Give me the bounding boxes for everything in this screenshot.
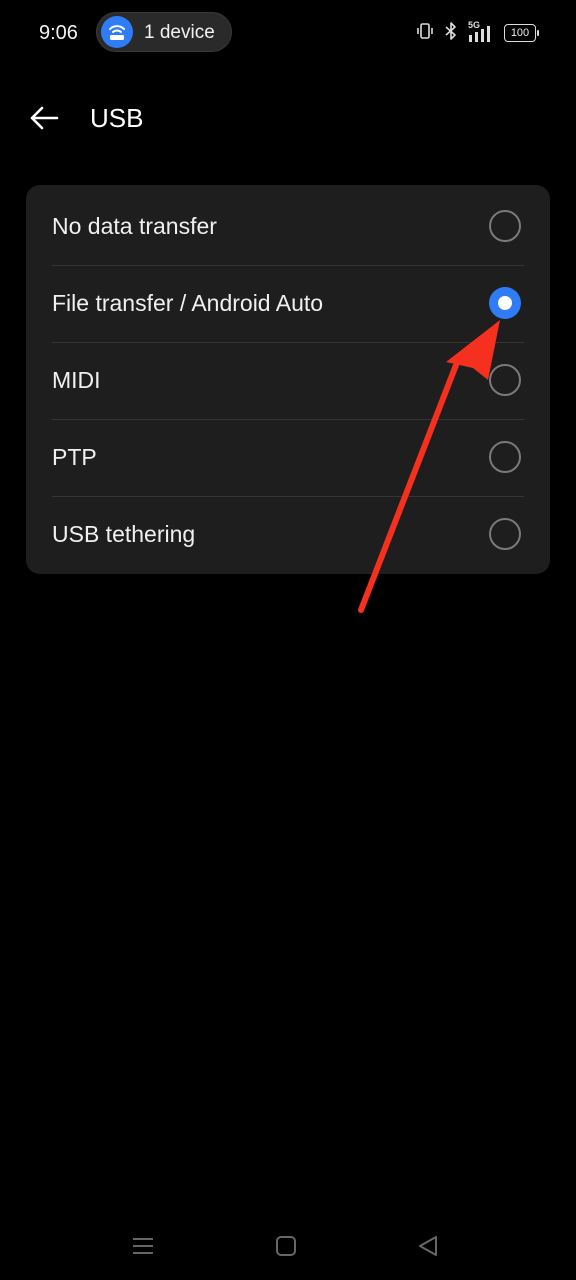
arrow-left-icon: [30, 106, 59, 130]
option-label: No data transfer: [52, 213, 217, 239]
option-label: USB tethering: [52, 521, 196, 547]
back-button[interactable]: [26, 100, 64, 136]
usb-options-card: No data transfer File transfer / Android…: [26, 185, 550, 574]
recents-button[interactable]: [128, 1231, 158, 1261]
option-file-transfer[interactable]: File transfer / Android Auto: [26, 265, 550, 342]
back-triangle-icon: [419, 1236, 437, 1256]
option-ptp[interactable]: PTP: [26, 419, 550, 496]
status-icons: 5G 100: [416, 20, 539, 46]
radio-button[interactable]: [489, 518, 521, 550]
home-square-icon: [276, 1236, 296, 1256]
hotspot-label: 1 device: [144, 22, 215, 43]
option-no-data-transfer[interactable]: No data transfer: [26, 188, 550, 265]
page-title: USB: [90, 103, 144, 133]
radio-button[interactable]: [489, 364, 521, 396]
back-nav-button[interactable]: [413, 1231, 443, 1261]
status-time: 9:06: [39, 22, 78, 44]
hotspot-chip[interactable]: 1 device: [96, 12, 232, 52]
status-bar: 9:06 1 device 5G 100: [0, 0, 576, 66]
radio-button[interactable]: [489, 441, 521, 473]
option-midi[interactable]: MIDI: [26, 342, 550, 419]
navigation-bar: [0, 1215, 576, 1275]
option-label: MIDI: [52, 367, 101, 393]
signal-icon: 5G: [468, 20, 494, 43]
home-button[interactable]: [271, 1231, 301, 1261]
battery-icon: 100: [504, 24, 539, 42]
radio-button-selected[interactable]: [489, 287, 521, 319]
hotspot-icon: [101, 16, 133, 48]
option-label: File transfer / Android Auto: [52, 290, 324, 316]
option-label: PTP: [52, 444, 97, 470]
vibrate-icon: [416, 22, 434, 45]
option-usb-tethering[interactable]: USB tethering: [26, 496, 550, 573]
radio-button[interactable]: [489, 210, 521, 242]
recents-menu-icon: [133, 1238, 153, 1254]
app-bar: USB: [0, 88, 576, 148]
bluetooth-icon: [444, 21, 458, 46]
